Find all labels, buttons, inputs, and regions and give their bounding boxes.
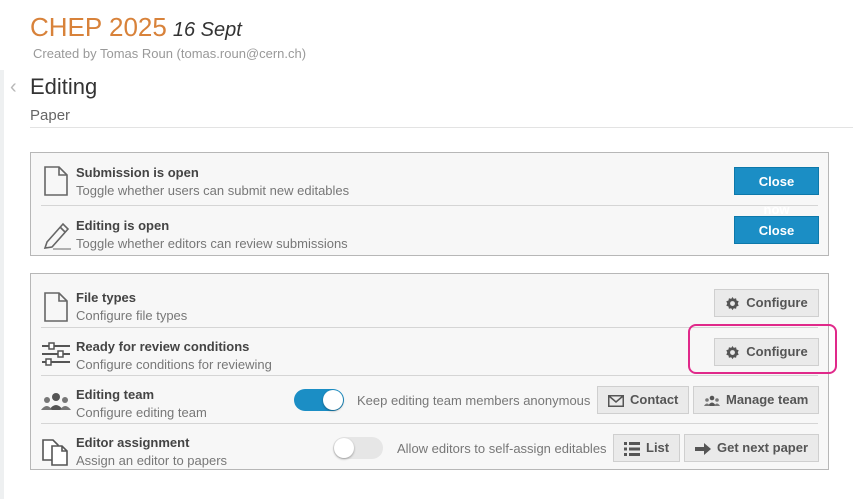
side-strip	[0, 70, 4, 499]
contact-button[interactable]: Contact	[597, 386, 689, 414]
users-icon	[704, 395, 720, 407]
editor-assignment-description: Assign an editor to papers	[76, 453, 228, 468]
envelope-icon	[608, 394, 624, 407]
editing-row: Editing is open Toggle whether editors c…	[41, 205, 819, 266]
editing-team-title: Editing team	[76, 387, 155, 402]
submission-title: Submission is open	[76, 165, 199, 180]
submission-description: Toggle whether users can submit new edit…	[76, 183, 350, 198]
close-submission-button[interactable]: Close now	[734, 167, 819, 217]
gear-icon	[725, 296, 740, 311]
status-panel: Submission is open Toggle whether users …	[30, 152, 829, 266]
get-next-paper-label: Get next paper	[717, 440, 809, 455]
users-icon	[41, 388, 71, 418]
self-assign-toggle[interactable]	[333, 437, 383, 459]
review-conditions-title: Ready for review conditions	[76, 339, 250, 354]
manage-team-label: Manage team	[726, 392, 809, 407]
review-conditions-row: Ready for review conditions Configure co…	[41, 327, 819, 376]
configure-label: Configure	[746, 344, 808, 359]
toggle-knob	[334, 438, 354, 458]
editing-description: Toggle whether editors can review submis…	[76, 236, 348, 251]
page-subtitle: Paper	[30, 107, 71, 124]
editing-title: Editing is open	[76, 218, 170, 233]
document-icon	[41, 165, 71, 196]
list-icon	[624, 441, 640, 456]
file-types-row: File types Configure file types Configur…	[41, 279, 819, 327]
sliders-icon	[41, 340, 71, 370]
copy-icon	[41, 436, 71, 466]
editing-team-description: Configure editing team	[76, 405, 207, 420]
page-title: Editing	[30, 74, 98, 99]
configure-review-conditions-button[interactable]: Configure	[714, 338, 819, 366]
submission-row: Submission is open Toggle whether users …	[41, 153, 819, 217]
file-types-description: Configure file types	[76, 308, 188, 323]
event-name[interactable]: CHEP 2025	[30, 12, 167, 42]
event-title[interactable]: CHEP 2025 16 Sept	[30, 12, 242, 43]
event-date: 16 Sept	[172, 19, 242, 41]
document-icon	[41, 291, 71, 322]
get-next-paper-button[interactable]: Get next paper	[684, 434, 819, 462]
editor-assignment-row: Editor assignment Assign an editor to pa…	[41, 423, 819, 472]
divider	[30, 127, 853, 128]
manage-team-button[interactable]: Manage team	[693, 386, 819, 414]
settings-panel: File types Configure file types Configur…	[30, 273, 829, 470]
toggle-knob	[323, 390, 343, 410]
editor-assignment-title: Editor assignment	[76, 435, 190, 450]
event-creator: Created by Tomas Roun (tomas.roun@cern.c…	[33, 46, 307, 61]
anonymous-team-label: Keep editing team members anonymous	[357, 393, 591, 408]
arrow-right-icon	[695, 442, 711, 455]
contact-label: Contact	[630, 392, 679, 407]
list-button[interactable]: List	[613, 434, 680, 462]
editing-team-row: Editing team Configure editing team Keep…	[41, 375, 819, 424]
file-types-title: File types	[76, 290, 136, 305]
self-assign-label: Allow editors to self-assign editables	[397, 441, 607, 456]
list-label: List	[646, 440, 670, 455]
chevron-left-icon[interactable]: ‹	[10, 77, 17, 97]
close-editing-button[interactable]: Close now	[734, 216, 819, 266]
gear-icon	[725, 345, 740, 360]
configure-file-types-button[interactable]: Configure	[714, 289, 819, 317]
review-conditions-description: Configure conditions for reviewing	[76, 357, 272, 372]
anonymous-team-toggle[interactable]	[294, 389, 344, 411]
pen-icon	[41, 218, 71, 250]
configure-label: Configure	[746, 295, 808, 310]
